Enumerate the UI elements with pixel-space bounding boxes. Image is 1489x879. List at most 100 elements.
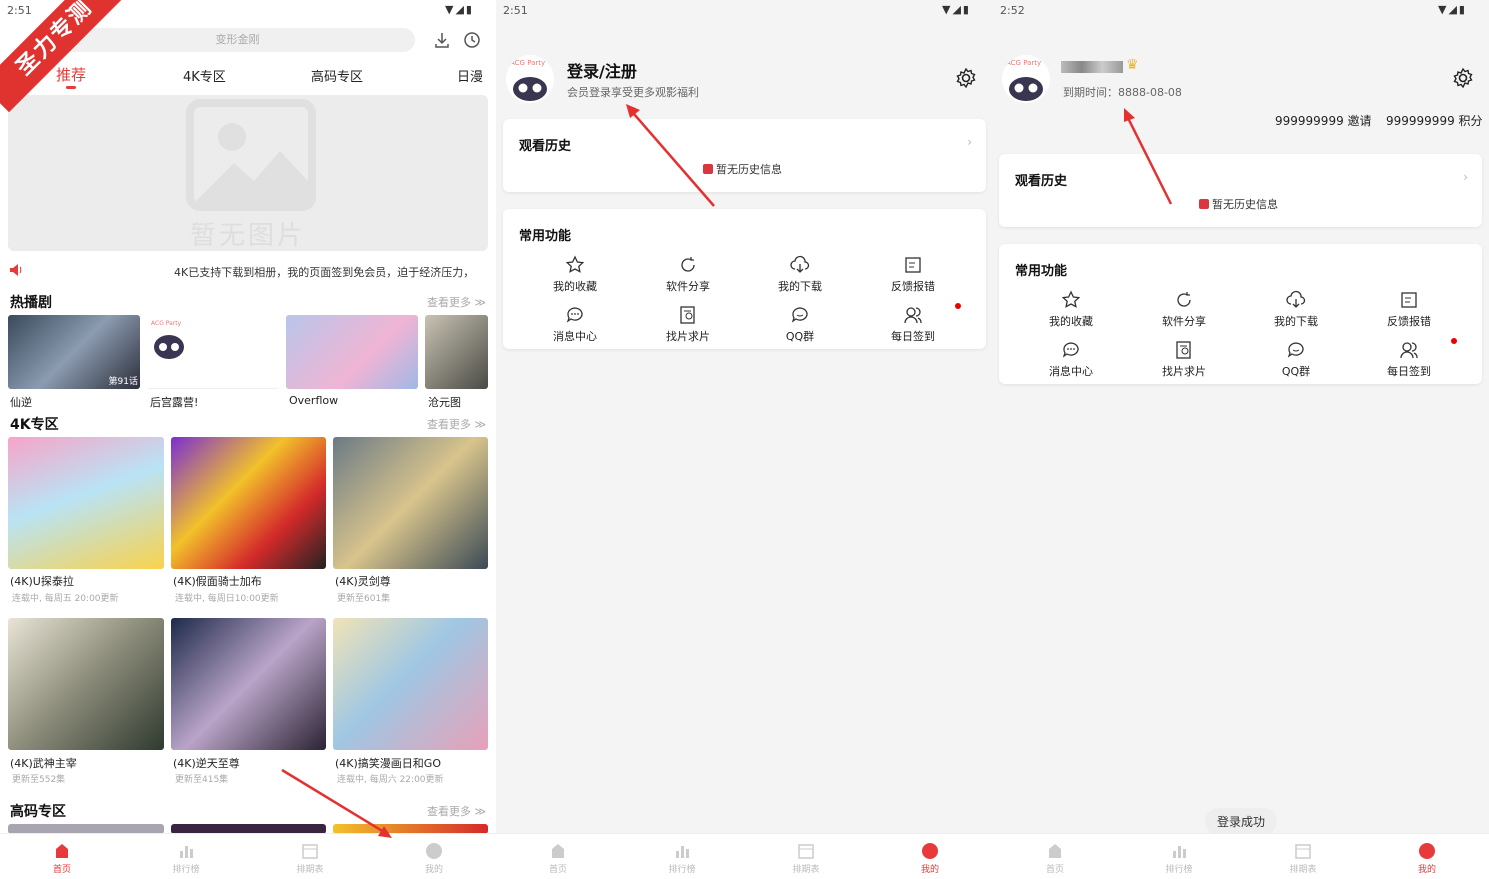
nav-ranking[interactable]: 排行榜 [156, 842, 216, 875]
share-icon [681, 257, 695, 272]
fn-request[interactable]: 找片求片 [643, 305, 733, 344]
section-title-high-bitrate: 高码专区 [10, 804, 66, 820]
more-link-hot[interactable]: 查看更多 ≫ [427, 294, 486, 310]
more-label: 查看更多 [426, 296, 471, 309]
bar-chart-icon [180, 846, 193, 858]
history-empty-text: 暂无历史信息 [1212, 198, 1278, 211]
avatar[interactable]: ACG Party [506, 55, 554, 103]
login-register-link[interactable]: 登录/注册 [567, 58, 637, 82]
banner-placeholder-text: 暂无图片 [189, 221, 306, 251]
nav-label: 我的 [1417, 865, 1436, 875]
nav-mine[interactable]: 我的 [404, 842, 464, 875]
hot-card[interactable] [425, 315, 488, 389]
nav-label: 首页 [1045, 865, 1064, 875]
status-time: 2:52 [1000, 4, 1025, 17]
4k-card[interactable] [171, 437, 326, 569]
tab-high-bitrate[interactable]: 高码专区 [311, 66, 363, 85]
nav-ranking[interactable]: 排行榜 [1149, 842, 1209, 875]
toast-login-success: 登录成功 [1205, 808, 1278, 835]
fn-downloads[interactable]: 我的下载 [755, 255, 845, 294]
4k-card[interactable] [8, 618, 164, 750]
tab-4k[interactable]: 4K专区 [183, 66, 226, 85]
banner[interactable]: 暂无图片 [8, 95, 488, 251]
4k-card[interactable] [333, 618, 488, 750]
history-card[interactable]: 观看历史 › 暂无历史信息 [503, 119, 986, 192]
fn-messages[interactable]: 消息中心 [530, 305, 620, 344]
more-link-high-bitrate[interactable]: 查看更多 ≫ [427, 803, 486, 819]
nav-home[interactable]: 首页 [528, 842, 588, 875]
image-placeholder-icon [186, 99, 316, 211]
points-count[interactable]: 999999999 积分 [1386, 112, 1483, 129]
search-input[interactable]: 变形金刚 [60, 28, 415, 52]
users-icon [1400, 342, 1418, 359]
fn-label: 消息中心 [553, 330, 597, 343]
history-icon[interactable] [463, 31, 481, 49]
home-icon [1049, 844, 1061, 858]
profile-user-screen: 2:52 ▼◢▮ ACG Party ♛ 到期时间：8888-08-08 999… [993, 0, 1489, 879]
nav-ranking[interactable]: 排行榜 [652, 842, 712, 875]
4k-subtitle: 更新至601集 [337, 594, 391, 604]
profile-icon [1419, 843, 1435, 859]
fn-favorites[interactable]: 我的收藏 [530, 255, 620, 294]
fn-favorites[interactable]: 我的收藏 [1026, 290, 1116, 329]
notice-marquee[interactable]: 4K已支持下载到相册，我的页面签到免会员，迫于经济压力， [174, 264, 488, 280]
star-icon [565, 255, 585, 273]
notification-dot [955, 303, 961, 309]
fn-messages[interactable]: 消息中心 [1026, 340, 1116, 379]
4k-subtitle: 连载中, 每周日10:00更新 [175, 594, 279, 604]
nav-schedule[interactable]: 排期表 [776, 842, 836, 875]
avatar[interactable]: ACG Party [1002, 55, 1050, 103]
fn-feedback[interactable]: 反馈报错 [868, 255, 958, 294]
profile-guest-screen: 2:51 ▼◢▮ ACG Party 登录/注册 会员登录享受更多观影福利 观看… [496, 0, 993, 879]
nav-mine[interactable]: 我的 [900, 842, 960, 875]
nav-schedule[interactable]: 排期表 [1273, 842, 1333, 875]
invite-count[interactable]: 999999999 邀请 [1275, 112, 1372, 129]
fn-downloads[interactable]: 我的下载 [1251, 290, 1341, 329]
home-icon [552, 844, 564, 858]
nav-home[interactable]: 首页 [32, 842, 92, 875]
hot-card[interactable]: 第91话 [8, 315, 140, 389]
hot-card[interactable]: ACG Party [147, 315, 279, 389]
chat-icon [1062, 342, 1079, 358]
fn-request[interactable]: 找片求片 [1139, 340, 1229, 379]
history-empty: 暂无历史信息 [1199, 196, 1278, 212]
fn-label: 软件分享 [1162, 315, 1206, 328]
functions-title: 常用功能 [519, 229, 572, 244]
home-screen: 2:51 ▼◢▮ 变形金刚 推荐 4K专区 高码专区 日漫 暂无图片 4K已支持… [0, 0, 496, 879]
fn-share[interactable]: 软件分享 [1139, 290, 1229, 329]
fn-label: 我的下载 [1274, 315, 1318, 328]
history-card[interactable]: 观看历史 › 暂无历史信息 [999, 154, 1482, 227]
4k-card[interactable] [333, 437, 488, 569]
nav-label: 我的 [424, 865, 443, 875]
4k-card[interactable] [8, 437, 164, 569]
fn-qq-group[interactable]: QQ群 [755, 305, 845, 344]
status-bar: 2:52 ▼◢▮ [993, 0, 1489, 22]
fn-label: QQ群 [785, 330, 815, 343]
more-link-4k[interactable]: 查看更多 ≫ [427, 416, 486, 432]
nav-label: 首页 [548, 865, 567, 875]
nav-home[interactable]: 首页 [1025, 842, 1085, 875]
fn-share[interactable]: 软件分享 [643, 255, 733, 294]
fn-label: QQ群 [1281, 365, 1311, 378]
4k-card[interactable] [171, 618, 326, 750]
nav-mine[interactable]: 我的 [1397, 842, 1457, 875]
tab-recommend[interactable]: 推荐 [56, 64, 86, 85]
settings-icon[interactable] [1452, 67, 1474, 89]
settings-icon[interactable] [955, 67, 977, 89]
fn-checkin[interactable]: 每日签到 [1364, 340, 1454, 379]
hot-card[interactable] [286, 315, 418, 389]
tab-anime[interactable]: 日漫 [457, 66, 483, 85]
download-icon[interactable] [433, 31, 451, 49]
star-icon [1061, 290, 1081, 308]
cloud-download-icon [1286, 290, 1306, 308]
fn-label: 消息中心 [1049, 365, 1093, 378]
fn-label: 反馈报错 [891, 280, 935, 293]
member-subtitle: 会员登录享受更多观影福利 [567, 86, 699, 99]
fn-qq-group[interactable]: QQ群 [1251, 340, 1341, 379]
calendar-icon [798, 844, 814, 859]
fn-checkin[interactable]: 每日签到 [868, 305, 958, 344]
nav-label: 排行榜 [1165, 865, 1193, 875]
edit-icon [905, 257, 921, 273]
fn-feedback[interactable]: 反馈报错 [1364, 290, 1454, 329]
nav-schedule[interactable]: 排期表 [280, 842, 340, 875]
